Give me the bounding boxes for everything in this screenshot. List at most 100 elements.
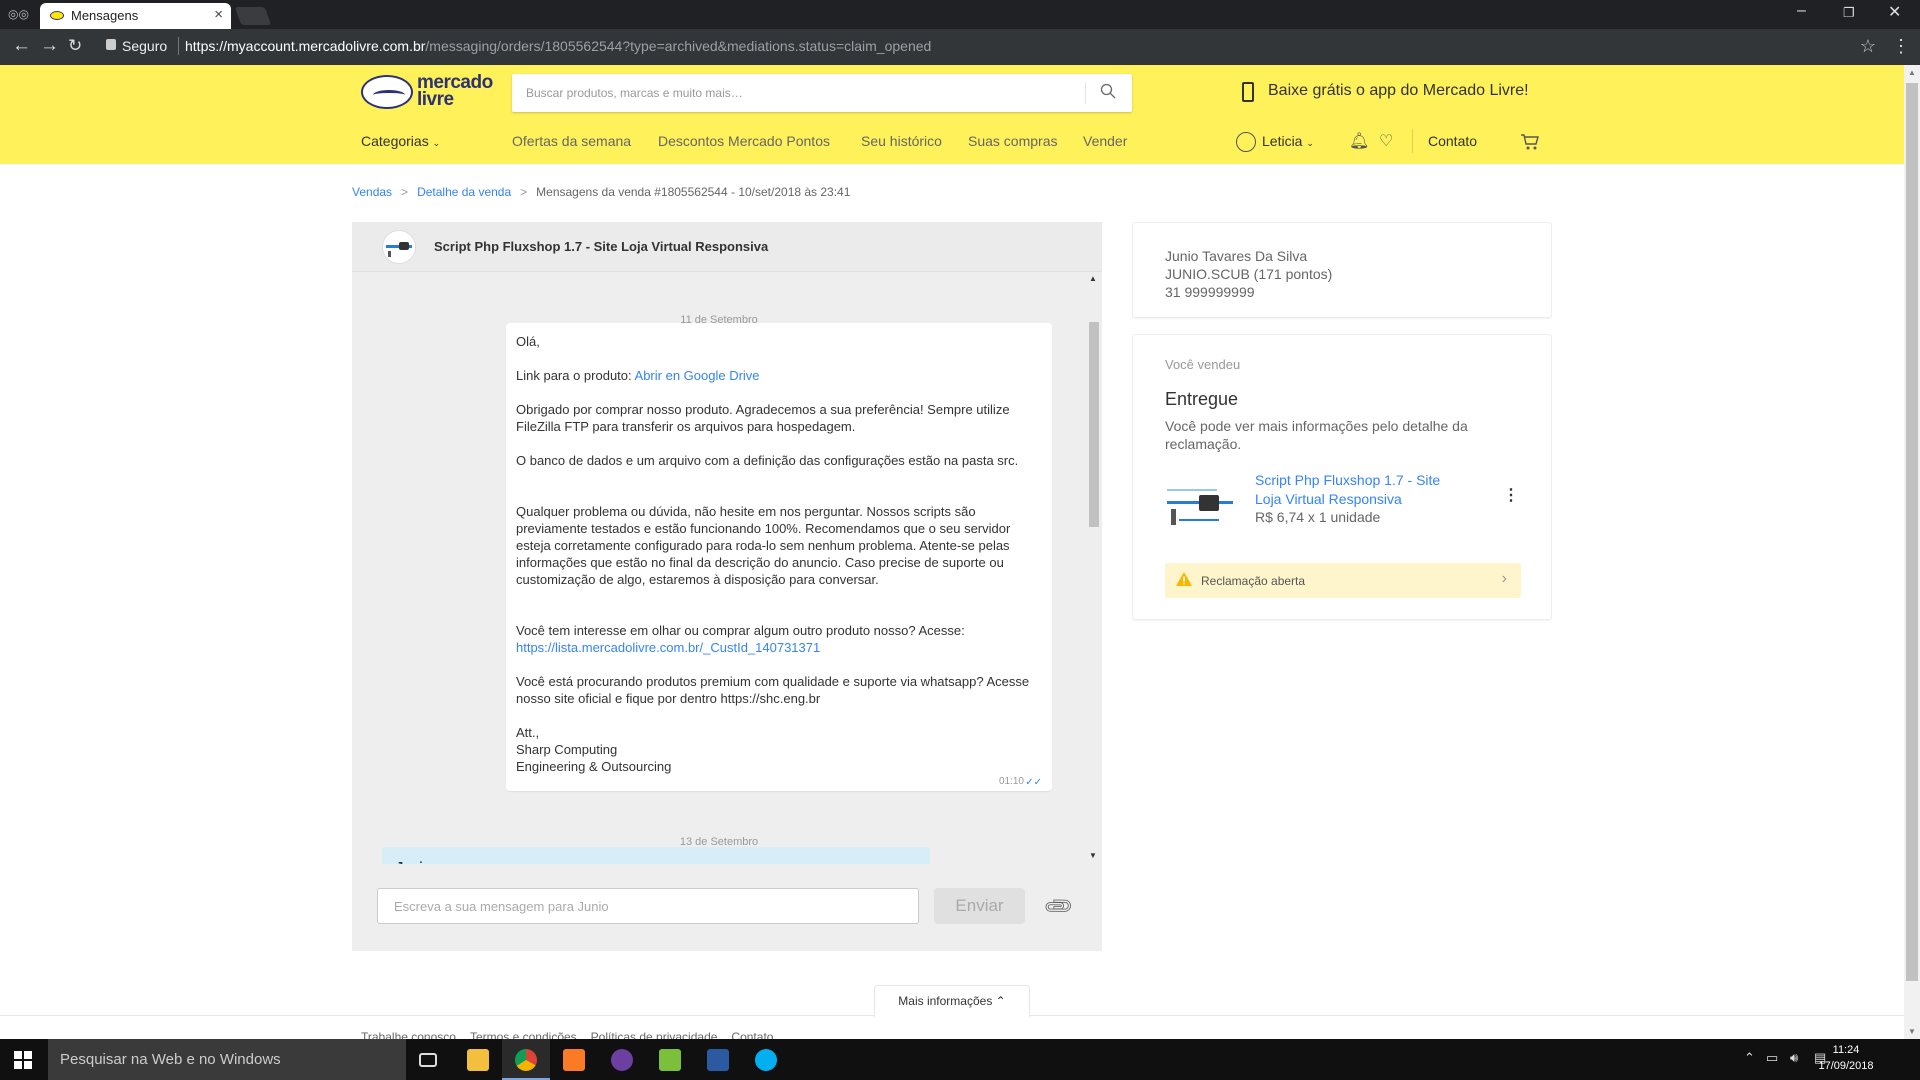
message-link-line: Link para o produto: Abrir en Google Dri… [516, 367, 1036, 384]
search-divider [1085, 82, 1086, 104]
bookmark-star-icon[interactable]: ☆ [1860, 36, 1876, 57]
cart-icon[interactable] [1520, 133, 1540, 151]
categories-menu[interactable]: Categorias ⌄ [361, 133, 440, 149]
new-tab-button[interactable] [234, 7, 272, 25]
nav-contato[interactable]: Contato [1428, 133, 1477, 149]
chat-product-title[interactable]: Script Php Fluxshop 1.7 - Site Loja Virt… [434, 239, 768, 254]
chrome-icon[interactable] [502, 1039, 550, 1080]
more-info-toggle[interactable]: Mais informações ⌃ [874, 985, 1030, 1017]
message-signature: Engineering & Outsourcing [516, 759, 672, 774]
windows-taskbar: Pesquisar na Web e no Windows ⌃ ▭ 🔊︎ ▤ 1… [0, 1039, 1920, 1080]
more-options-icon[interactable]: ⋮ [1503, 485, 1519, 505]
chat-scroll-thumb[interactable] [1089, 322, 1099, 527]
scroll-down-icon[interactable]: ▼ [1908, 1027, 1916, 1036]
file-explorer-icon[interactable] [454, 1039, 502, 1080]
breadcrumb-separator: > [401, 185, 409, 199]
footer-links: Trabalhe conosco Termos e condições Políti… [361, 1030, 787, 1039]
order-status: Entregue [1165, 389, 1239, 409]
message-paragraph: Qualquer problema ou dúvida, não hesite … [516, 504, 1011, 587]
search-icon[interactable] [1100, 83, 1116, 99]
app-promo-link[interactable]: Baixe grátis o app do Mercado Livre! [1242, 82, 1529, 100]
scroll-up-icon[interactable]: ▲ [1089, 274, 1097, 283]
item-title-link[interactable]: Script Php Fluxshop 1.7 - Site Loja Virt… [1255, 471, 1465, 509]
browser-tab[interactable]: Mensagens × [40, 3, 231, 29]
scroll-down-icon[interactable]: ▼ [1089, 851, 1097, 860]
omnibox[interactable]: Seguro https://myaccount.mercadolivre.co… [98, 33, 1884, 61]
store-link[interactable]: https://lista.mercadolivre.com.br/_CustI… [516, 640, 820, 655]
chat-panel: Script Php Fluxshop 1.7 - Site Loja Virt… [352, 222, 1102, 951]
network-icon[interactable]: ▭ [1766, 1050, 1778, 1066]
minimize-icon[interactable]: – [1797, 2, 1806, 20]
lock-icon [106, 39, 116, 50]
chat-scrollbar[interactable]: ▲ ▼ [1086, 272, 1102, 862]
close-window-icon[interactable]: ✕ [1888, 2, 1901, 22]
chat-header: Script Php Fluxshop 1.7 - Site Loja Virt… [352, 222, 1102, 272]
nav-ofertas[interactable]: Ofertas da semana [512, 133, 631, 149]
skype-icon[interactable] [742, 1039, 790, 1080]
close-icon[interactable]: × [214, 6, 223, 23]
claim-banner[interactable]: Reclamação aberta › [1165, 563, 1521, 598]
nav-compras[interactable]: Suas compras [968, 133, 1057, 149]
secure-label: Seguro [122, 38, 168, 54]
footer-link[interactable]: Trabalhe conosco [361, 1030, 456, 1039]
mercadolivre-logo[interactable]: mercado livre [361, 73, 497, 111]
message-time: 01:10 [998, 776, 1024, 787]
categories-label: Categorias [361, 133, 429, 149]
message-paragraph: Você tem interesse em olhar ou comprar a… [516, 623, 965, 638]
send-button[interactable]: Enviar [934, 888, 1025, 924]
user-menu[interactable]: Leticia ⌄ [1262, 133, 1314, 149]
footer-link[interactable]: Termos e condições [470, 1030, 577, 1039]
status-description: Você pode ver mais informações pelo deta… [1165, 418, 1468, 452]
taskbar-clock[interactable]: 11:24 17/09/2018 [1806, 1042, 1886, 1074]
reload-icon[interactable]: ↻ [68, 36, 82, 56]
message-greeting: Olá, [516, 334, 540, 349]
footer-link[interactable]: Contato [731, 1030, 773, 1039]
buyer-nickname: JUNIO.SCUB (171 pontos) [1165, 266, 1333, 282]
app-icon[interactable] [598, 1039, 646, 1080]
nav-vender[interactable]: Vender [1083, 133, 1127, 149]
nav-descontos[interactable]: Descontos Mercado Pontos [658, 133, 830, 149]
url-text[interactable]: https://myaccount.mercadolivre.com.br/me… [185, 38, 931, 54]
task-view-icon[interactable] [406, 1039, 454, 1080]
mercadolivre-favicon [50, 11, 64, 20]
notepad-icon[interactable] [646, 1039, 694, 1080]
message-bubble: Olá, Link para o produto: Abrir en Googl… [506, 323, 1052, 791]
url-path: /messaging/orders/1805562544?type=archiv… [425, 38, 932, 54]
windows-start-icon[interactable] [14, 1051, 32, 1069]
user-avatar-icon[interactable] [1236, 132, 1256, 152]
page-scroll-thumb[interactable] [1906, 83, 1918, 981]
bell-icon[interactable]: 🔔︎ [1349, 131, 1369, 151]
heart-icon[interactable]: ♡ [1379, 131, 1393, 151]
logo-text: mercado livre [417, 73, 493, 109]
message-input[interactable] [377, 888, 919, 924]
xampp-icon[interactable] [550, 1039, 598, 1080]
breadcrumb-vendas[interactable]: Vendas [352, 185, 392, 199]
sale-card: Você vendeu Entregue Você pode ver mais … [1132, 334, 1552, 620]
more-info-label: Mais informações [898, 994, 993, 1008]
breadcrumb-detalhe[interactable]: Detalhe da venda [417, 185, 511, 199]
nav-historico[interactable]: Seu histórico [861, 133, 942, 149]
footer-link[interactable]: Políticas de privacidade [591, 1030, 718, 1039]
chevron-up-icon: ⌃ [995, 994, 1006, 1008]
scroll-up-icon[interactable]: ▲ [1908, 68, 1916, 77]
restore-icon[interactable]: ❐ [1843, 5, 1855, 21]
user-name: Leticia [1262, 133, 1303, 149]
item-price: R$ 6,74 x 1 unidade [1255, 509, 1381, 525]
buyer-card: Junio Tavares Da Silva JUNIO.SCUB (171 p… [1132, 222, 1552, 318]
incognito-icon: ◎◎ [8, 7, 29, 21]
search-input[interactable] [512, 74, 1082, 112]
visual-studio-icon[interactable] [694, 1039, 742, 1080]
back-icon[interactable]: ← [12, 35, 31, 57]
forward-icon[interactable]: → [40, 35, 59, 57]
message-paragraph: O banco de dados e um arquivo com a defi… [516, 453, 1019, 468]
volume-icon[interactable]: 🔊︎ [1790, 1050, 1798, 1066]
chrome-menu-icon[interactable]: ⋮ [1892, 36, 1910, 57]
page-scrollbar[interactable]: ▲ ▼ [1904, 65, 1920, 1039]
tray-chevron-icon[interactable]: ⌃ [1744, 1050, 1755, 1066]
taskbar-search[interactable]: Pesquisar na Web e no Windows [48, 1039, 406, 1080]
message-link-prefix: Link para o produto: [516, 368, 635, 383]
product-image [1165, 483, 1235, 533]
paperclip-icon[interactable]: 📎︎ [1041, 889, 1077, 925]
google-drive-link[interactable]: Abrir en Google Drive [635, 368, 760, 383]
header-divider [1412, 129, 1413, 153]
